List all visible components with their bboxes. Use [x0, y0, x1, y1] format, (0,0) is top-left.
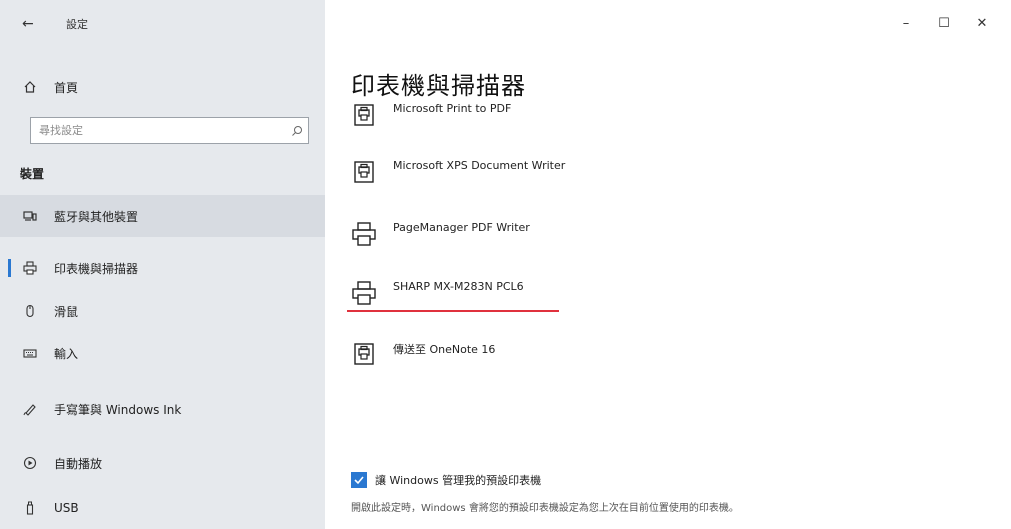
- virtual-printer-icon: [351, 341, 377, 367]
- sidebar-item-label: 藍牙與其他裝置: [54, 209, 139, 224]
- search-icon[interactable]: [286, 125, 308, 137]
- printer-icon: [22, 261, 38, 275]
- search-box[interactable]: [30, 117, 309, 144]
- usb-icon: [22, 501, 38, 515]
- printer-item[interactable]: 傳送至 OneNote 16: [351, 333, 651, 375]
- maximize-button[interactable]: ☐: [925, 10, 963, 36]
- printer-name: SHARP MX-M283N PCL6: [393, 280, 524, 293]
- devices-icon: [22, 209, 38, 223]
- highlight-underline: [347, 310, 559, 312]
- sidebar-item-typing[interactable]: 輸入: [0, 332, 325, 374]
- default-printer-description: 開啟此設定時，Windows 會將您的預設印表機設定為您上次在目前位置使用的印表…: [351, 503, 739, 514]
- checkbox-checked-icon[interactable]: [351, 472, 367, 488]
- sidebar-item-autoplay[interactable]: 自動播放: [0, 442, 325, 484]
- sidebar-item-label: 手寫筆與 Windows Ink: [54, 402, 182, 417]
- pen-icon: [22, 402, 38, 416]
- home-icon: [22, 80, 38, 94]
- printer-icon: [351, 221, 377, 247]
- settings-window: ← 設定 首頁 裝置 藍牙與其他裝置 印表: [0, 0, 1011, 529]
- sidebar-item-pen[interactable]: 手寫筆與 Windows Ink: [0, 388, 325, 430]
- printer-icon: [351, 280, 377, 306]
- checkbox-label: 讓 Windows 管理我的預設印表機: [375, 474, 542, 487]
- window-title: 設定: [66, 18, 88, 31]
- printer-item[interactable]: Microsoft XPS Document Writer: [351, 151, 651, 193]
- title-bar-left: ← 設定: [22, 12, 88, 36]
- sidebar-item-label: 輸入: [54, 346, 79, 361]
- close-button[interactable]: ✕: [963, 10, 1001, 36]
- virtual-printer-icon: [351, 102, 377, 128]
- back-arrow-icon[interactable]: ←: [22, 16, 38, 32]
- printer-name: Microsoft XPS Document Writer: [393, 159, 566, 172]
- sidebar-item-mouse[interactable]: 滑鼠: [0, 290, 325, 332]
- sidebar-item-label: USB: [54, 501, 79, 515]
- sidebar-item-label: 自動播放: [54, 456, 103, 471]
- default-printer-option[interactable]: 讓 Windows 管理我的預設印表機: [351, 472, 541, 488]
- virtual-printer-icon: [351, 159, 377, 185]
- printer-name: 傳送至 OneNote 16: [393, 343, 496, 356]
- selection-indicator: [8, 259, 11, 277]
- sidebar-item-printers[interactable]: 印表機與掃描器: [0, 247, 325, 289]
- printer-item[interactable]: SHARP MX-M283N PCL6: [351, 272, 651, 314]
- mouse-icon: [22, 304, 38, 318]
- keyboard-icon: [22, 346, 38, 360]
- sidebar-item-bluetooth[interactable]: 藍牙與其他裝置: [0, 195, 325, 237]
- autoplay-icon: [22, 456, 38, 470]
- sidebar-item-label: 印表機與掃描器: [54, 261, 139, 276]
- search-input[interactable]: [37, 123, 286, 138]
- sidebar: ← 設定 首頁 裝置 藍牙與其他裝置 印表: [0, 0, 325, 529]
- printer-name: Microsoft Print to PDF: [393, 102, 512, 115]
- sidebar-item-label: 首頁: [54, 80, 79, 95]
- page-title: 印表機與掃描器: [351, 72, 526, 100]
- window-controls: – ☐ ✕: [887, 10, 1001, 36]
- section-label-devices: 裝置: [20, 167, 45, 181]
- printer-name: PageManager PDF Writer: [393, 221, 530, 234]
- printer-item[interactable]: PageManager PDF Writer: [351, 213, 651, 255]
- minimize-button[interactable]: –: [887, 10, 925, 36]
- sidebar-item-home[interactable]: 首頁: [0, 66, 325, 108]
- sidebar-item-label: 滑鼠: [54, 304, 79, 319]
- sidebar-item-usb[interactable]: USB: [0, 487, 325, 529]
